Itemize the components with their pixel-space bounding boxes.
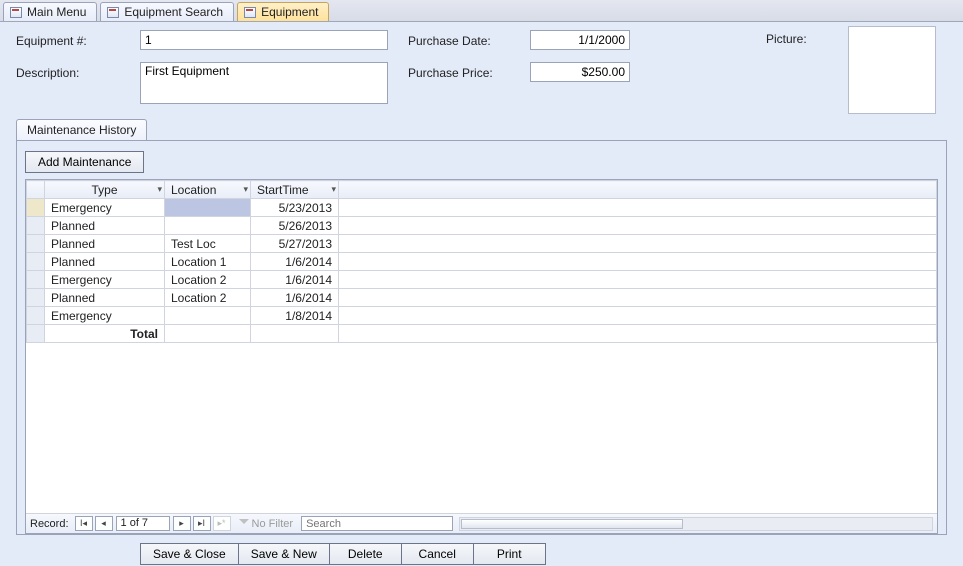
tab-main-menu[interactable]: Main Menu (3, 2, 97, 21)
label-purchase-price: Purchase Price: (408, 66, 493, 80)
new-record-button[interactable]: ▸* (213, 516, 231, 531)
cell-blank (339, 199, 937, 217)
table-row[interactable]: Planned 5/26/2013 (27, 217, 937, 235)
equipment-no-field[interactable] (140, 30, 388, 50)
cell-type[interactable]: Planned (45, 253, 165, 271)
table-row[interactable]: Emergency 5/23/2013 (27, 199, 937, 217)
cell-blank (339, 253, 937, 271)
row-selector[interactable] (27, 289, 45, 307)
label-picture: Picture: (766, 32, 807, 46)
table-row[interactable]: PlannedTest Loc5/27/2013 (27, 235, 937, 253)
cell-blank (339, 307, 937, 325)
cell-type[interactable]: Planned (45, 235, 165, 253)
chevron-down-icon[interactable]: ▾ (157, 184, 162, 195)
recnav-label: Record: (30, 518, 69, 530)
grid-header-row: Type ▾ Location ▾ StartTime ▾ (27, 181, 937, 199)
cell-location[interactable]: Location 1 (165, 253, 251, 271)
table-row[interactable]: PlannedLocation 11/6/2014 (27, 253, 937, 271)
cell-type[interactable]: Emergency (45, 307, 165, 325)
next-record-button[interactable]: ▸ (173, 516, 191, 531)
form-icon (244, 7, 256, 18)
row-selector-header[interactable] (27, 181, 45, 199)
row-selector[interactable] (27, 307, 45, 325)
table-row[interactable]: PlannedLocation 21/6/2014 (27, 289, 937, 307)
subtab-label: Maintenance History (27, 123, 136, 137)
cell-blank (339, 289, 937, 307)
cell-type[interactable]: Planned (45, 289, 165, 307)
cell-location[interactable]: Location 2 (165, 271, 251, 289)
cell-location[interactable]: Test Loc (165, 235, 251, 253)
table-row[interactable]: EmergencyLocation 21/6/2014 (27, 271, 937, 289)
col-header-location[interactable]: Location ▾ (165, 181, 251, 199)
cell-blank (339, 271, 937, 289)
cell-starttime[interactable]: 1/6/2014 (251, 289, 339, 307)
total-row: Total (27, 325, 937, 343)
purchase-date-field[interactable] (530, 30, 630, 50)
cell-type[interactable]: Emergency (45, 199, 165, 217)
col-header-blank (339, 181, 937, 199)
save-new-button[interactable]: Save & New (239, 543, 330, 565)
cell-type[interactable]: Planned (45, 217, 165, 235)
cell-location[interactable]: Location 2 (165, 289, 251, 307)
picture-box[interactable] (848, 26, 936, 114)
save-close-button[interactable]: Save & Close (140, 543, 239, 565)
cell-starttime[interactable]: 1/6/2014 (251, 253, 339, 271)
prev-record-button[interactable]: ◂ (95, 516, 113, 531)
cell-starttime[interactable]: 5/23/2013 (251, 199, 339, 217)
cell-starttime[interactable]: 1/8/2014 (251, 307, 339, 325)
maintenance-grid: Type ▾ Location ▾ StartTime ▾ (25, 179, 938, 534)
tab-equipment[interactable]: Equipment (237, 2, 329, 21)
form-button-bar: Save & Close Save & New Delete Cancel Pr… (140, 543, 963, 565)
tab-equipment-search[interactable]: Equipment Search (100, 2, 234, 21)
tab-maintenance-history[interactable]: Maintenance History (16, 119, 147, 140)
record-position[interactable]: 1 of 7 (116, 516, 170, 531)
cancel-button[interactable]: Cancel (402, 543, 474, 565)
cell-starttime[interactable]: 5/27/2013 (251, 235, 339, 253)
delete-button[interactable]: Delete (330, 543, 402, 565)
col-header-type[interactable]: Type ▾ (45, 181, 165, 199)
chevron-down-icon[interactable]: ▾ (331, 184, 336, 195)
no-filter-indicator[interactable]: No Filter (239, 518, 294, 530)
total-label: Total (45, 325, 165, 343)
row-selector[interactable] (27, 235, 45, 253)
cell-blank (339, 235, 937, 253)
cell-starttime[interactable]: 5/26/2013 (251, 217, 339, 235)
description-field[interactable] (140, 62, 388, 104)
tab-label: Equipment Search (124, 5, 223, 19)
chevron-down-icon[interactable]: ▾ (243, 184, 248, 195)
tab-label: Equipment (261, 5, 318, 19)
add-maintenance-button[interactable]: Add Maintenance (25, 151, 144, 173)
search-input[interactable] (301, 516, 453, 531)
purchase-price-field[interactable] (530, 62, 630, 82)
tab-label: Main Menu (27, 5, 86, 19)
cell-location[interactable] (165, 307, 251, 325)
subtab-strip: Maintenance History (16, 119, 947, 140)
label-description: Description: (16, 66, 79, 80)
cell-location[interactable] (165, 217, 251, 235)
horizontal-scrollbar[interactable] (459, 517, 933, 531)
document-tabstrip: Main Menu Equipment Search Equipment (0, 0, 963, 22)
cell-blank (339, 217, 937, 235)
form-header: Equipment #: Description: Purchase Date:… (0, 22, 963, 119)
table-row[interactable]: Emergency 1/8/2014 (27, 307, 937, 325)
first-record-button[interactable]: I◂ (75, 516, 93, 531)
print-button[interactable]: Print (474, 543, 546, 565)
label-purchase-date: Purchase Date: (408, 34, 491, 48)
funnel-icon (239, 519, 249, 529)
row-selector[interactable] (27, 199, 45, 217)
row-selector[interactable] (27, 271, 45, 289)
row-selector[interactable] (27, 253, 45, 271)
col-header-starttime[interactable]: StartTime ▾ (251, 181, 339, 199)
form-icon (10, 7, 22, 18)
cell-starttime[interactable]: 1/6/2014 (251, 271, 339, 289)
label-equipment-no: Equipment #: (16, 34, 87, 48)
record-navigator: Record: I◂ ◂ 1 of 7 ▸ ▸I ▸* No Filter (26, 513, 937, 533)
cell-type[interactable]: Emergency (45, 271, 165, 289)
maintenance-history-panel: Add Maintenance Type ▾ (16, 140, 947, 535)
last-record-button[interactable]: ▸I (193, 516, 211, 531)
form-icon (107, 7, 119, 18)
row-selector[interactable] (27, 217, 45, 235)
cell-location[interactable] (165, 199, 251, 217)
